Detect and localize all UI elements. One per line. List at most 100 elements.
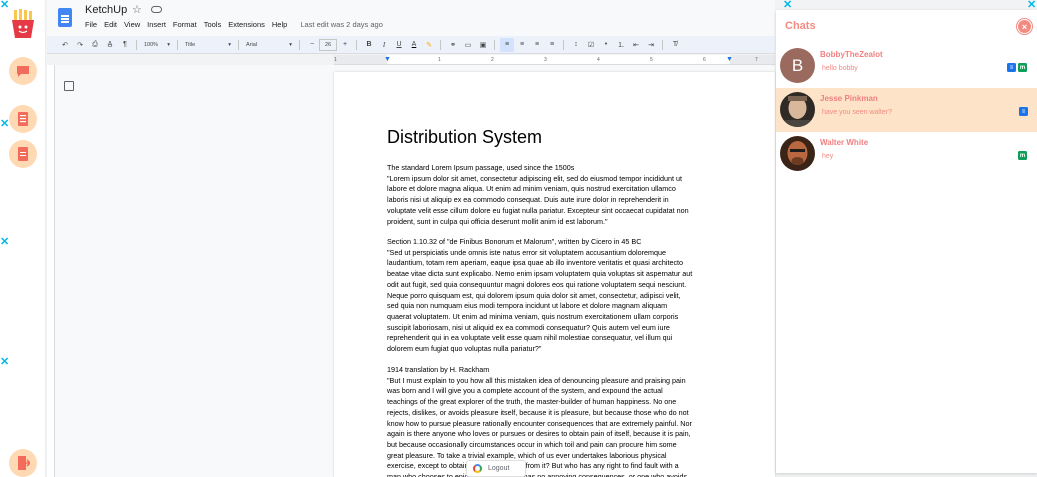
style-select[interactable]: Title ▾ <box>182 39 234 51</box>
align-justify-icon[interactable]: ≡ <box>545 38 559 52</box>
chats-panel: Chats × B BobbyTheZealot hello bobby ≡ m… <box>776 10 1037 473</box>
underline-icon[interactable]: U <box>392 38 406 52</box>
image-icon[interactable]: ▣ <box>476 38 490 52</box>
font-size-decrease-button[interactable]: − <box>305 38 319 52</box>
close-icon[interactable]: × <box>1017 19 1032 34</box>
align-right-icon[interactable]: ≡ <box>530 38 544 52</box>
star-icon[interactable]: ☆ <box>132 3 142 16</box>
chat-item-walter[interactable]: Walter White hey m <box>776 132 1037 176</box>
highlight-icon[interactable]: ✎ <box>422 38 436 52</box>
chat-name: Walter White <box>820 138 869 147</box>
align-center-icon[interactable]: ≡ <box>515 38 529 52</box>
link-icon[interactable]: ⚭ <box>446 38 460 52</box>
meet-badge-icon: m <box>1018 63 1027 72</box>
italic-icon[interactable]: I <box>377 38 391 52</box>
screen: ✕ ✕ ✕ ✕ ✕ ✕ ✕ KetchUp ☆ File Edit View I… <box>0 0 1037 477</box>
align-left-icon[interactable]: ≡ <box>500 37 514 52</box>
logout-label: Logout <box>488 465 510 472</box>
menu-format[interactable]: Format <box>173 20 197 29</box>
chat-bubble-button[interactable] <box>9 57 37 85</box>
right-indent-marker-icon[interactable]: ▼ <box>726 56 733 63</box>
text-color-icon[interactable]: A <box>407 38 421 52</box>
zoom-value: 100% <box>144 41 159 48</box>
chat-item-bobby[interactable]: B BobbyTheZealot hello bobby ≡ m <box>776 44 1037 88</box>
ruler-number: 1 <box>334 57 337 63</box>
left-indent-marker-icon[interactable]: ▼ <box>384 56 391 63</box>
notebook-icon <box>18 112 28 126</box>
avatar-photo-icon <box>780 92 815 127</box>
comment-icon[interactable]: ▭ <box>461 38 475 52</box>
font-select[interactable]: Arial ▾ <box>243 39 295 51</box>
undo-icon[interactable]: ↶ <box>58 38 72 52</box>
corner-marker-icon: ✕ <box>0 236 10 248</box>
avatar: B <box>780 48 815 83</box>
print-icon[interactable]: ⎙ <box>88 38 102 52</box>
ruler-number: 1 <box>438 57 441 63</box>
ruler-number: 6 <box>703 57 706 63</box>
chat-item-jesse[interactable]: Jesse Pinkman have you seen walter? ≡ <box>776 88 1037 132</box>
bulleted-list-icon[interactable]: • <box>599 38 613 52</box>
ruler-number: 5 <box>650 57 653 63</box>
line-spacing-icon[interactable]: ↕ <box>569 38 583 52</box>
paint-format-icon[interactable]: ¶ <box>118 38 132 52</box>
font-value: Arial <box>246 41 258 48</box>
decrease-indent-icon[interactable]: ⇤ <box>629 38 643 52</box>
ruler-number: 2 <box>491 57 494 63</box>
formatting-toolbar: ↶ ↷ ⎙ A̲ ¶ 100% ▾ Title ▾ Arial ▾ − 26 + B … <box>47 36 775 54</box>
document-heading: Distribution System <box>387 127 543 147</box>
avatar <box>780 136 815 171</box>
menu-tools[interactable]: Tools <box>204 20 222 29</box>
zoom-select[interactable]: 100% ▾ <box>141 39 173 51</box>
menu-extensions[interactable]: Extensions <box>228 20 265 29</box>
chevron-down-icon: ▾ <box>167 41 170 48</box>
document-outline-icon[interactable] <box>64 81 74 91</box>
numbered-list-icon[interactable]: ⒈ <box>614 38 628 52</box>
chevron-down-icon: ▾ <box>228 41 231 48</box>
clear-formatting-icon[interactable]: T̸ <box>668 38 682 52</box>
chat-message: hey <box>822 153 834 160</box>
menu-file[interactable]: File <box>85 20 97 29</box>
menu-view[interactable]: View <box>124 20 140 29</box>
paragraph: The standard Lorem Ipsum passage, used s… <box>387 163 689 226</box>
exit-button[interactable] <box>9 449 37 477</box>
meet-badge-icon: m <box>1018 151 1027 160</box>
vertical-ruler <box>47 65 55 477</box>
document-title[interactable]: KetchUp <box>85 4 127 16</box>
redo-icon[interactable]: ↷ <box>73 38 87 52</box>
exit-door-icon <box>17 456 30 470</box>
chats-title: Chats <box>785 20 816 32</box>
menu-help[interactable]: Help <box>272 20 287 29</box>
google-docs-icon[interactable] <box>58 8 72 27</box>
cloud-status-icon[interactable] <box>151 6 162 13</box>
chat-message: have you seen walter? <box>822 109 893 116</box>
docs-header: KetchUp ☆ File Edit View Insert Format T… <box>47 0 775 36</box>
menu-bar: File Edit View Insert Format Tools Exten… <box>85 20 390 29</box>
menu-insert[interactable]: Insert <box>147 20 166 29</box>
docs-badge-icon: ≡ <box>1019 107 1028 116</box>
paragraph: 1914 translation by H. Rackham "But I mu… <box>387 365 692 477</box>
checklist-icon[interactable]: ☑ <box>584 38 598 52</box>
paragraph: Section 1.10.32 of "de Finibus Bonorum e… <box>387 237 693 354</box>
corner-marker-icon: ✕ <box>0 0 10 11</box>
corner-marker-icon: ✕ <box>0 118 10 130</box>
logout-button[interactable]: Logout <box>466 460 526 477</box>
chat-name: Jesse Pinkman <box>820 94 878 103</box>
chat-name: BobbyTheZealot <box>820 50 883 59</box>
fries-logo-icon <box>12 9 34 38</box>
docs-badge-icon: ≡ <box>1007 63 1016 72</box>
notebook-button[interactable] <box>9 105 37 133</box>
avatar-photo-icon <box>780 136 815 171</box>
chevron-down-icon: ▾ <box>289 41 292 48</box>
increase-indent-icon[interactable]: ⇥ <box>644 38 658 52</box>
google-icon <box>473 464 482 473</box>
spellcheck-icon[interactable]: A̲ <box>103 38 117 52</box>
chat-bubble-icon <box>17 65 29 77</box>
menu-edit[interactable]: Edit <box>104 20 117 29</box>
style-value: Title <box>185 41 196 48</box>
font-size-increase-button[interactable]: + <box>338 38 352 52</box>
font-size-input[interactable]: 26 <box>319 38 337 51</box>
last-edit-link[interactable]: Last edit was 2 days ago <box>300 20 383 29</box>
ruler-number: 4 <box>597 57 600 63</box>
bold-icon[interactable]: B <box>362 38 376 52</box>
document-button[interactable] <box>9 140 37 168</box>
